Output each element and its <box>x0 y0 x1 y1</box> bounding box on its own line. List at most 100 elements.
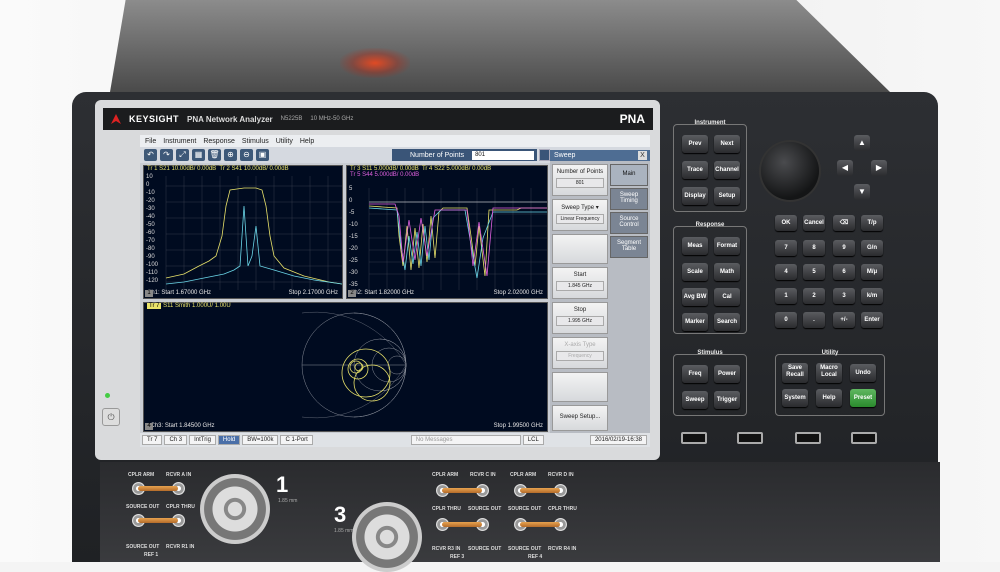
key-4[interactable]: 4 <box>775 264 797 280</box>
blank-softkey[interactable] <box>552 372 608 402</box>
number-of-points-input[interactable]: 801 <box>472 150 535 160</box>
key-2[interactable]: 2 <box>803 288 825 304</box>
arrow-left-icon[interactable]: ◀ <box>837 160 853 176</box>
km-key[interactable]: k/m <box>861 288 883 304</box>
key-8[interactable]: 8 <box>803 240 825 256</box>
trace-window-4-smith[interactable]: Tr 7 S11 Smith 1.000U/ 1.00U >Ch3: Start… <box>143 302 548 432</box>
arrow-right-icon[interactable]: ▶ <box>871 160 887 176</box>
cancel-key[interactable]: Cancel <box>803 215 825 231</box>
menu-utility[interactable]: Utility <box>276 138 293 145</box>
backspace-key[interactable]: ⌫ <box>833 215 855 231</box>
status-hold[interactable]: Hold <box>217 435 241 445</box>
test-port-1[interactable] <box>200 474 270 544</box>
port-label: REF 4 <box>528 554 543 560</box>
undo-icon[interactable]: ↶ <box>144 149 157 161</box>
next-key[interactable]: Next <box>714 135 740 153</box>
meas-key[interactable]: Meas <box>682 237 708 255</box>
zoom-out-icon[interactable]: ⊖ <box>240 149 253 161</box>
win4-start: >Ch3: Start 1.84500 GHz <box>147 423 215 429</box>
scale-key[interactable]: Scale <box>682 263 708 281</box>
tab-source-control[interactable]: Source Control <box>610 212 648 234</box>
setup-key[interactable]: Setup <box>714 187 740 205</box>
table-icon[interactable]: ▦ <box>192 149 205 161</box>
trace-window-2[interactable]: Tr 3 S11 5.000dB/ 0.00dB Tr 4 S22 5.000d… <box>346 165 548 299</box>
save-recall-key[interactable]: Save Recall <box>782 363 808 383</box>
trigger-key[interactable]: Trigger <box>714 391 740 409</box>
power-button[interactable]: ⏻ <box>102 408 120 426</box>
menu-stimulus[interactable]: Stimulus <box>242 138 269 145</box>
rotary-knob[interactable] <box>761 142 819 200</box>
enter-key[interactable]: Enter <box>861 312 883 328</box>
marker-key[interactable]: Marker <box>682 313 708 331</box>
plus-minus-key[interactable]: +/- <box>833 312 855 328</box>
key-0[interactable]: 0 <box>775 312 797 328</box>
window-icon[interactable]: ▣ <box>256 149 269 161</box>
channel-key[interactable]: Channel <box>714 161 740 179</box>
key-7[interactable]: 7 <box>775 240 797 256</box>
search-key[interactable]: Search <box>714 313 740 331</box>
arrow-up-icon[interactable]: ▲ <box>854 135 870 151</box>
format-key[interactable]: Format <box>714 237 740 255</box>
usb-port-icon <box>737 432 763 444</box>
redo-icon[interactable]: ↷ <box>160 149 173 161</box>
avg-bw-key[interactable]: Avg BW <box>682 288 708 306</box>
menu-help[interactable]: Help <box>300 138 314 145</box>
help-key[interactable]: Help <box>816 389 842 407</box>
menu-instrument[interactable]: Instrument <box>163 138 196 145</box>
port-label: SOURCE OUT <box>508 506 542 512</box>
decimal-key[interactable]: . <box>803 312 825 328</box>
keypad-icon[interactable] <box>539 149 550 161</box>
freq-key[interactable]: Freq <box>682 365 708 383</box>
display-key[interactable]: Display <box>682 187 708 205</box>
macro-local-key[interactable]: Macro Local <box>816 363 842 383</box>
port-label: SOURCE OUT <box>508 546 542 552</box>
start-button[interactable]: Start 1.845 GHz <box>552 267 608 299</box>
menu-response[interactable]: Response <box>203 138 235 145</box>
key-5[interactable]: 5 <box>803 264 825 280</box>
tab-sweep-timing[interactable]: Sweep Timing <box>610 188 648 210</box>
stop-button[interactable]: Stop 1.995 GHz <box>552 302 608 334</box>
mu-key[interactable]: M/μ <box>861 264 883 280</box>
gn-key[interactable]: G/n <box>861 240 883 256</box>
tab-main[interactable]: Main <box>610 164 648 186</box>
trace-key[interactable]: Trace <box>682 161 708 179</box>
trace-window-1[interactable]: Tr 1 S21 10.00dB/ 0.00dB Tr 2 S41 10.00d… <box>143 165 343 299</box>
power-key[interactable]: Power <box>714 365 740 383</box>
key-1[interactable]: 1 <box>775 288 797 304</box>
cal-key[interactable]: Cal <box>714 288 740 306</box>
undo-key[interactable]: Undo <box>850 364 876 382</box>
key-6[interactable]: 6 <box>833 264 855 280</box>
sweep-key[interactable]: Sweep <box>682 391 708 409</box>
sweep-setup-button[interactable]: Sweep Setup... <box>552 405 608 431</box>
menu-file[interactable]: File <box>145 138 156 145</box>
win1-plot <box>165 176 343 290</box>
status-bandwidth[interactable]: BW=100k <box>242 435 279 445</box>
key-9[interactable]: 9 <box>833 240 855 256</box>
x-axis-type-button[interactable]: X-axis Type Frequency <box>552 337 608 369</box>
key-3[interactable]: 3 <box>833 288 855 304</box>
delete-icon[interactable]: 🗑 <box>208 149 221 161</box>
ok-key[interactable]: OK <box>775 215 797 231</box>
status-channel[interactable]: Ch 3 <box>164 435 188 445</box>
arrow-down-icon[interactable]: ▼ <box>854 184 870 200</box>
zoom-icon[interactable]: ⤢ <box>176 149 189 161</box>
keysight-logo-icon <box>111 114 121 124</box>
prev-key[interactable]: Prev <box>682 135 708 153</box>
trace-s11 <box>368 205 547 277</box>
preset-key[interactable]: Preset <box>850 389 876 407</box>
tp-key[interactable]: T/p <box>861 215 883 231</box>
status-trace[interactable]: Tr 7 <box>142 435 163 445</box>
group-label: Stimulus <box>697 350 723 356</box>
sweep-type-button[interactable]: Sweep Type ▾ Linear Frequency <box>552 199 608 231</box>
math-key[interactable]: Math <box>714 263 740 281</box>
blank-softkey[interactable] <box>552 234 608 264</box>
system-key[interactable]: System <box>782 389 808 407</box>
status-trigger[interactable]: IntTrig <box>189 435 216 445</box>
zoom-in-icon[interactable]: ⊕ <box>224 149 237 161</box>
tab-segment-table[interactable]: Segment Table <box>610 236 648 258</box>
status-lcl: LCL <box>522 435 544 445</box>
number-of-points-button[interactable]: Number of Points 801 <box>552 164 608 196</box>
close-icon[interactable]: X <box>638 151 647 160</box>
port-label: CPLR THRU <box>166 504 195 510</box>
status-cal[interactable]: C 1-Port <box>280 435 313 445</box>
